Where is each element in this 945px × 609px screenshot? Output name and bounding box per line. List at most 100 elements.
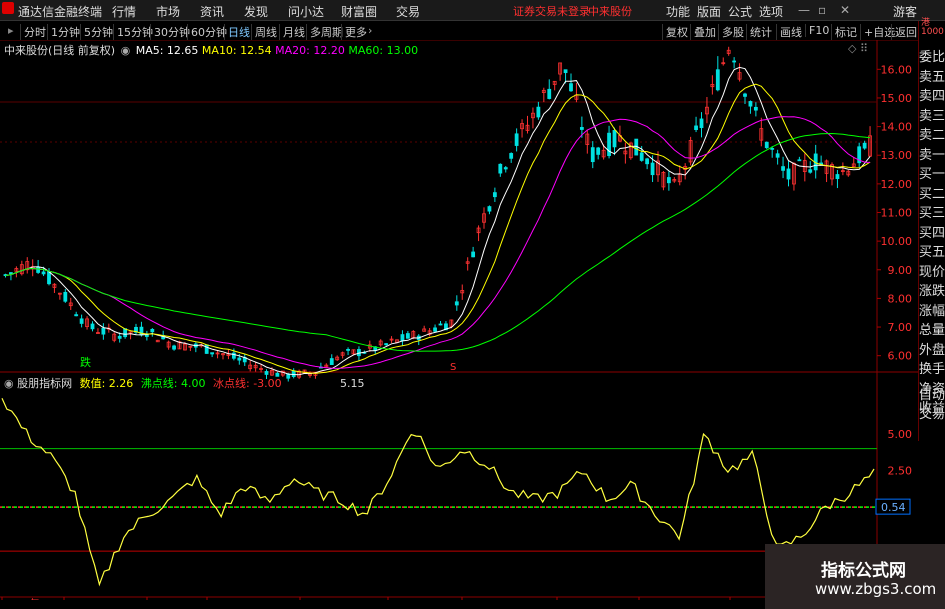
menu-item-banmian[interactable]: 版面 (697, 3, 721, 20)
tab-1min[interactable]: 1分钟 (47, 24, 80, 40)
ma20-label: MA20: 12.20 (275, 44, 345, 57)
period-toolbar: ▸ 分时 1分钟 5分钟 15分钟 30分钟 60分钟 日线 周线 月线 多周期… (0, 21, 918, 41)
btn-duogu[interactable]: 多股 (718, 24, 744, 40)
chart-expand-icon[interactable]: ◇ ⠿ (848, 42, 868, 55)
candle-body (433, 327, 437, 332)
quote-field-14: 总量 (919, 323, 945, 338)
hk-connect-badge[interactable]: 港 1000 (921, 19, 944, 37)
btn-fuquan[interactable]: 复权 (662, 24, 688, 40)
candle-body (612, 130, 617, 148)
candle-body (666, 177, 671, 184)
candle-body (732, 60, 737, 63)
candle-body (579, 127, 584, 130)
candle-body (487, 206, 492, 212)
menu-item-caifuquan[interactable]: 财富圈 (341, 3, 377, 20)
login-status[interactable]: 证券交易未登录 (513, 3, 590, 19)
candle-body (117, 335, 122, 339)
tab-multi-period[interactable]: 多周期 (306, 24, 343, 40)
candle-body (835, 174, 840, 180)
candle-body (36, 267, 41, 273)
menu-item-xuanxiang[interactable]: 选项 (759, 3, 783, 20)
low-price-label: 5.15 (340, 377, 365, 390)
x-tick-label: 2 (149, 599, 155, 600)
menu-item-faxian[interactable]: 发现 (244, 3, 268, 20)
candle-body (172, 345, 176, 350)
candle-body (536, 106, 541, 118)
btn-diejia[interactable]: 叠加 (690, 24, 716, 40)
btn-add-favorite[interactable]: +自选 (860, 24, 895, 40)
indicator-name[interactable]: 股朋指标网 (17, 377, 72, 390)
menu-item-zixun[interactable]: 资讯 (200, 3, 224, 20)
indicator-tick-label: 2.50 (888, 465, 913, 478)
tab-monthly[interactable]: 月线 (279, 24, 305, 40)
current-value-label: 0.54 (881, 501, 906, 514)
quote-field-3: 卖三 (919, 108, 945, 124)
candle-body (9, 272, 13, 275)
candle-body (503, 167, 508, 170)
btn-huaxian[interactable]: 画线 (776, 24, 802, 40)
candle-body (139, 326, 144, 336)
btn-tongji[interactable]: 统计 (746, 24, 772, 40)
candle-body (400, 334, 405, 342)
indicator-value: 数值: 2.26 (79, 377, 134, 390)
quote-field-5: 卖一 (919, 147, 945, 163)
candle-body (770, 147, 775, 150)
tab-daily[interactable]: 日线 (224, 24, 250, 40)
menu-item-jiaoyi[interactable]: 交易 (396, 3, 420, 20)
btn-back[interactable]: 返回 (891, 24, 917, 40)
tab-5min[interactable]: 5分钟 (80, 24, 113, 40)
app-title: 通达信金融终端 (18, 5, 103, 19)
tab-more[interactable]: 更多 (341, 24, 367, 40)
quote-field-4: 卖二 (919, 128, 945, 143)
menu-item-shichang[interactable]: 市场 (156, 3, 180, 20)
x-tick-label: 9 (732, 599, 738, 600)
candle-body (74, 314, 79, 317)
close-icon[interactable]: ✕ (840, 3, 850, 17)
kline-chart[interactable]: 16.0015.0014.0013.0012.0011.0010.009.008… (0, 40, 918, 600)
candle-body (764, 141, 769, 149)
candle-body (808, 169, 813, 173)
tab-fenshi[interactable]: 分时 (20, 24, 46, 40)
indicator-value-line (1, 398, 875, 587)
boil-line-label: 沸点线: 4.00 (140, 377, 206, 390)
maximize-icon[interactable]: ▫ (818, 3, 826, 17)
ma10-label: MA10: 12.54 (201, 44, 272, 57)
menu-item-gongshi[interactable]: 公式 (728, 3, 752, 20)
candle-body (101, 327, 106, 335)
menu-item-wenxiaoda[interactable]: 问小达 (288, 3, 324, 20)
main-chart-legend: 中来股份(日线 前复权) ◉ MA5: 12.65 MA10: 12.54 MA… (4, 42, 418, 58)
candle-body (786, 168, 791, 180)
menu-item-hangqing[interactable]: 行情 (112, 3, 136, 20)
candle-body (237, 357, 242, 361)
more-chevron-icon[interactable]: › (368, 24, 372, 37)
candle-body (699, 118, 704, 129)
candle-body (590, 147, 595, 163)
candle-body (639, 152, 644, 161)
candle-body (384, 343, 389, 346)
indicator-toggle-icon[interactable]: ◉ (4, 377, 14, 390)
tab-weekly[interactable]: 周线 (251, 24, 277, 40)
candle-body (492, 192, 497, 198)
minimize-icon[interactable]: — (798, 3, 810, 17)
tab-30min[interactable]: 30分钟 (150, 24, 190, 40)
legend-toggle-icon[interactable]: ◉ (121, 44, 131, 57)
candle-body (715, 69, 720, 91)
tab-15min[interactable]: 15分钟 (113, 24, 153, 40)
auto-trade-0[interactable]: 自动 (919, 384, 945, 403)
candle-body (210, 352, 215, 355)
price-tick-label: 14.00 (881, 121, 913, 134)
tab-60min[interactable]: 60分钟 (187, 24, 227, 40)
candle-body (79, 318, 84, 324)
guest-label[interactable]: 游客 (893, 3, 917, 20)
candle-body (471, 251, 476, 258)
price-tick-label: 7.00 (888, 321, 913, 334)
menu-item-gongneng[interactable]: 功能 (666, 3, 690, 20)
btn-biaoji[interactable]: 标记 (831, 24, 857, 40)
candle-body (743, 93, 747, 97)
btn-f10[interactable]: F10 (805, 24, 829, 37)
quote-field-10: 买五 (919, 245, 945, 260)
quote-field-8: 买三 (919, 206, 945, 221)
price-tick-label: 10.00 (881, 235, 913, 248)
price-tick-label: 11.00 (881, 207, 913, 220)
auto-trade-1[interactable]: 交易 (919, 403, 945, 422)
